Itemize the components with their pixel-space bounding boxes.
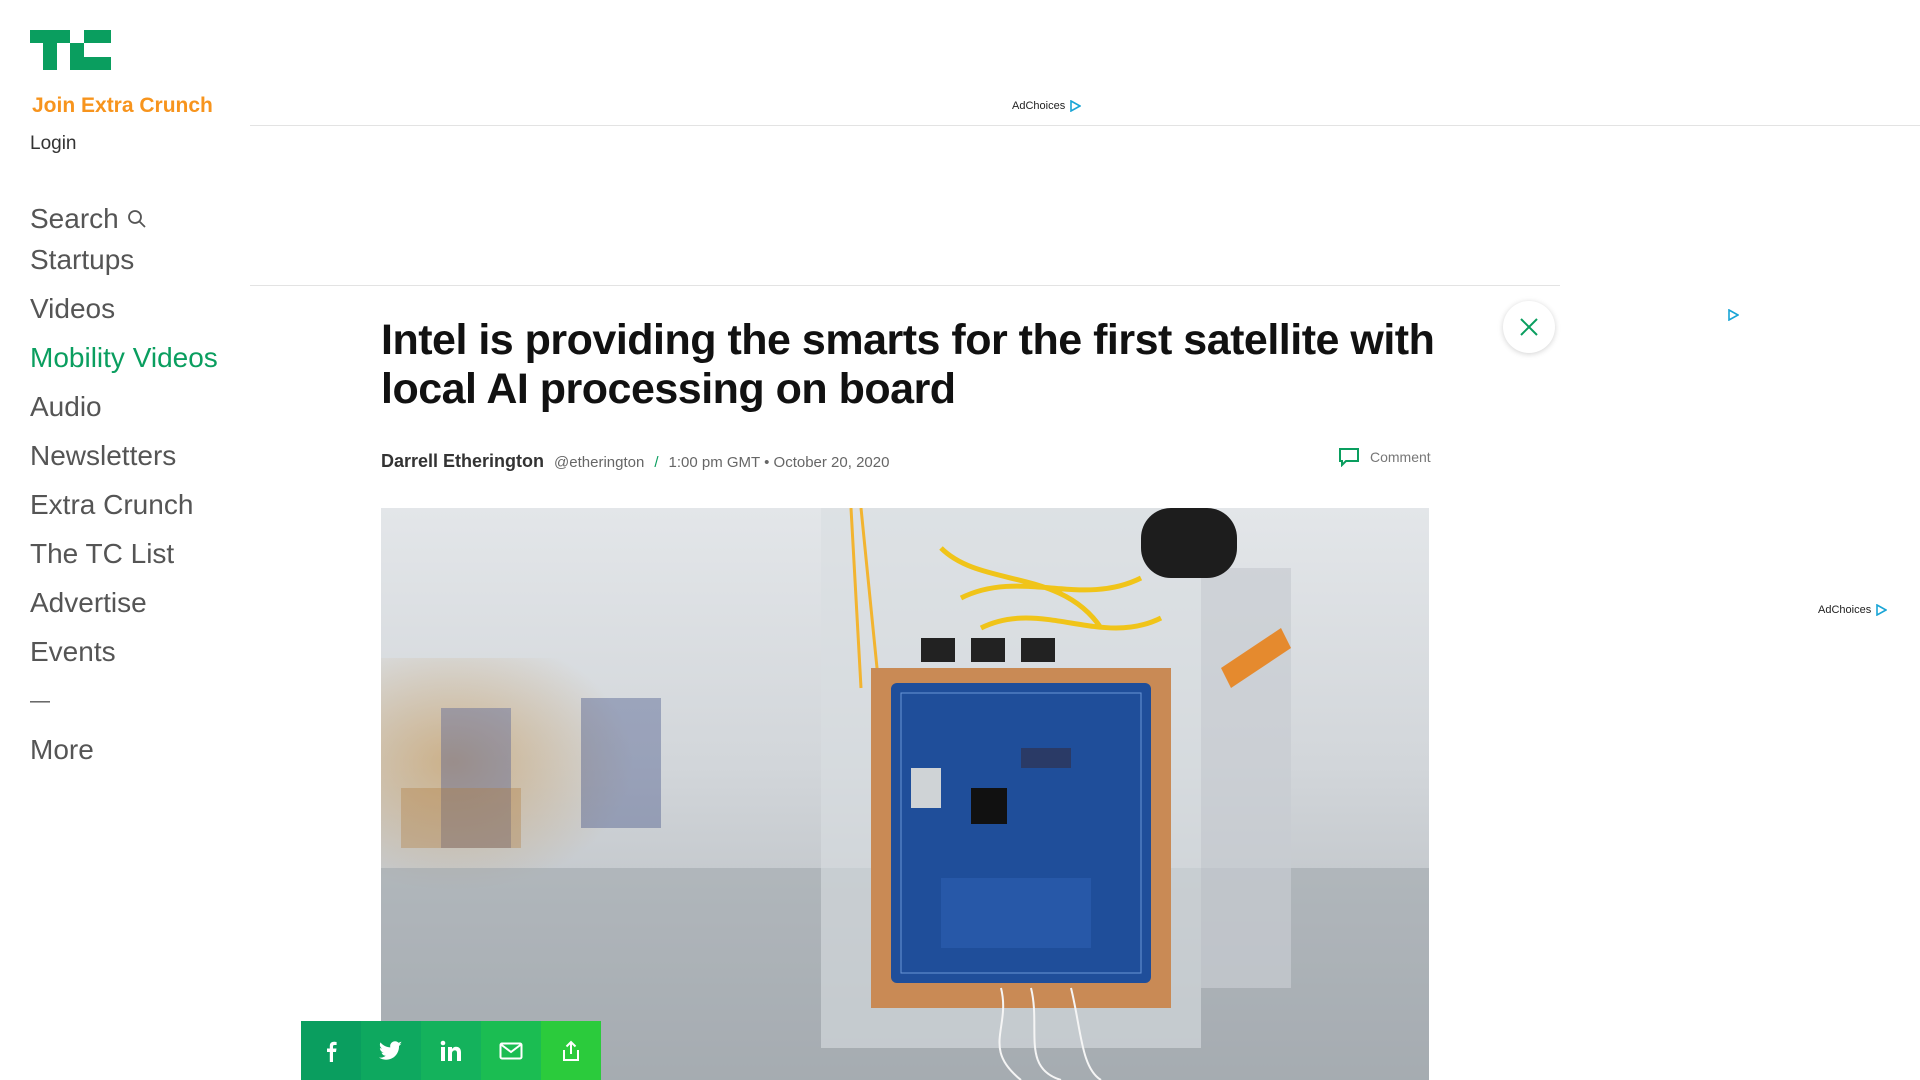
top-divider — [250, 125, 1920, 126]
close-button[interactable] — [1503, 301, 1555, 353]
share-icon — [563, 1040, 579, 1061]
author-handle[interactable]: @etherington — [554, 454, 644, 471]
adchoices-icon — [1876, 604, 1888, 616]
nav-item-mobility-videos[interactable]: Mobility Videos — [30, 338, 218, 387]
byline: Darrell Etherington @etherington / 1:00 … — [381, 451, 889, 472]
article-title: Intel is providing the smarts for the fi… — [381, 316, 1435, 413]
share-twitter-button[interactable] — [361, 1021, 421, 1080]
share-bar — [301, 1021, 601, 1080]
author-link[interactable]: Darrell Etherington — [381, 451, 544, 472]
adchoices-icon[interactable] — [1727, 309, 1739, 321]
nav-search[interactable]: Search — [30, 198, 218, 240]
nav-item-extra-crunch[interactable]: Extra Crunch — [30, 485, 218, 534]
search-icon — [127, 210, 146, 228]
byline-separator: / — [654, 454, 659, 471]
twitter-icon — [379, 1040, 402, 1060]
nav-item-startups[interactable]: Startups — [30, 240, 218, 289]
article-hero-image — [381, 508, 1429, 1080]
facebook-icon — [327, 1041, 337, 1062]
ad-divider — [250, 285, 1560, 286]
sidebar: Join Extra Crunch Login Search Startups … — [0, 0, 250, 1080]
share-facebook-button[interactable] — [301, 1021, 361, 1080]
adchoices-icon — [1070, 100, 1082, 112]
login-link[interactable]: Login — [30, 133, 77, 155]
nav-item-audio[interactable]: Audio — [30, 387, 218, 436]
share-more-button[interactable] — [541, 1021, 601, 1080]
nav-divider: — — [30, 690, 50, 712]
satellite-board-image — [381, 508, 1429, 1080]
adchoices-top[interactable]: AdChoices — [1012, 100, 1082, 112]
nav-item-events[interactable]: Events — [30, 632, 218, 681]
join-extra-crunch-link[interactable]: Join Extra Crunch — [32, 94, 213, 118]
adchoices-label: AdChoices — [1012, 100, 1066, 112]
comment-button[interactable]: Comment — [1338, 447, 1431, 467]
main-nav: Search Startups Videos Mobility Videos A… — [30, 198, 218, 779]
comment-icon — [1339, 448, 1359, 467]
close-icon — [1520, 318, 1538, 336]
comment-label: Comment — [1370, 449, 1431, 465]
search-label: Search — [30, 203, 119, 234]
linkedin-icon — [440, 1040, 461, 1061]
email-icon — [499, 1042, 523, 1059]
nav-item-more[interactable]: More — [30, 730, 218, 779]
share-email-button[interactable] — [481, 1021, 541, 1080]
nav-item-newsletters[interactable]: Newsletters — [30, 436, 218, 485]
nav-item-advertise[interactable]: Advertise — [30, 583, 218, 632]
share-linkedin-button[interactable] — [421, 1021, 481, 1080]
nav-item-tc-list[interactable]: The TC List — [30, 534, 218, 583]
nav-item-videos[interactable]: Videos — [30, 289, 218, 338]
adchoices-label: AdChoices — [1818, 604, 1872, 616]
techcrunch-logo[interactable] — [30, 30, 111, 70]
article-time: 1:00 pm GMT • October 20, 2020 — [668, 454, 890, 471]
adchoices-right[interactable]: AdChoices — [1818, 604, 1888, 616]
